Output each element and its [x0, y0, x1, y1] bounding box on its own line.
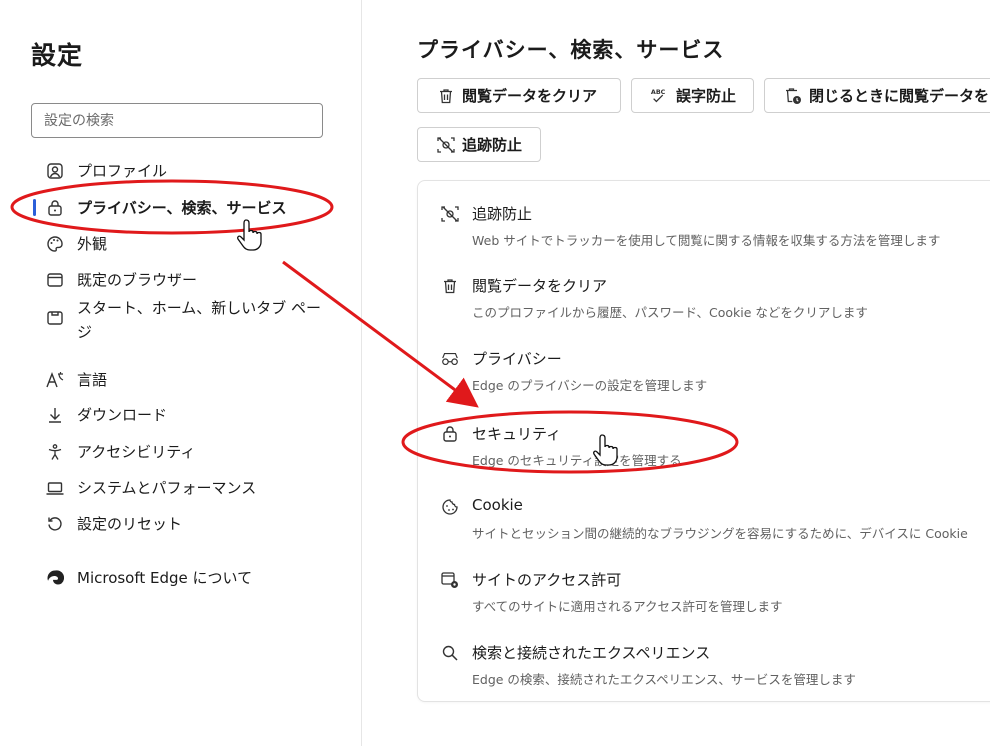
lock-icon — [440, 424, 460, 444]
row-title: プライバシー — [472, 350, 562, 368]
sidebar-item-label: プライバシー、検索、サービス — [77, 199, 287, 217]
download-icon — [45, 405, 65, 425]
sidebar-item-about-edge[interactable]: Microsoft Edge について — [32, 567, 352, 588]
row-title: Cookie — [472, 496, 523, 514]
sidebar-item-downloads[interactable]: ダウンロード — [32, 404, 352, 425]
site-permissions-icon — [440, 570, 460, 590]
tracking-prevention-icon — [440, 204, 460, 224]
laptop-icon — [45, 478, 65, 498]
sidebar-item-label: Microsoft Edge について — [77, 569, 253, 587]
reset-icon — [45, 514, 65, 534]
sidebar-item-profile[interactable]: プロファイル — [32, 160, 352, 181]
row-description: Edge の検索、接続されたエクスペリエンス、サービスを管理します — [472, 672, 856, 687]
clear-on-close-chip[interactable]: 閉じるときに閲覧データを — [764, 78, 990, 113]
privacy-settings-card: 追跡防止 Web サイトでトラッカーを使用して閲覧に関する情報を収集する方法を管… — [417, 180, 990, 702]
tracking-prevention-chip[interactable]: 追跡防止 — [417, 127, 541, 162]
sidebar-item-label: 既定のブラウザー — [77, 271, 198, 289]
cookie-icon — [440, 497, 460, 517]
row-description: このプロファイルから履歴、パスワード、Cookie などをクリアします — [472, 305, 868, 320]
sidebar-item-label: 外観 — [77, 235, 108, 253]
row-title: 追跡防止 — [472, 205, 533, 223]
settings-sidebar: 設定 プロファイル プライバシー、検索、サービス 外観 既定のブラウザー スター… — [0, 0, 362, 746]
sidebar-item-system-performance[interactable]: システムとパフォーマンス — [32, 477, 352, 498]
row-description: Web サイトでトラッカーを使用して閲覧に関する情報を収集する方法を管理します — [472, 233, 941, 248]
trash-icon — [436, 86, 456, 106]
row-title: サイトのアクセス許可 — [472, 571, 622, 589]
trash-icon — [440, 276, 460, 296]
settings-search-input[interactable] — [31, 103, 323, 138]
clear-browsing-data-chip[interactable]: 閲覧データをクリア — [417, 78, 621, 113]
sidebar-item-default-browser[interactable]: 既定のブラウザー — [32, 269, 352, 290]
page-title: プライバシー、検索、サービス — [417, 38, 725, 62]
typo-protection-chip[interactable]: ABC 誤字防止 — [631, 78, 754, 113]
browser-window-icon — [45, 270, 65, 290]
sidebar-item-label: プロファイル — [77, 162, 168, 180]
profile-icon — [45, 161, 65, 181]
row-description: すべてのサイトに適用されるアクセス許可を管理します — [472, 599, 783, 614]
row-description: Edge のプライバシーの設定を管理します — [472, 378, 708, 393]
sidebar-item-appearance[interactable]: 外観 — [32, 233, 352, 254]
svg-text:ABC: ABC — [651, 89, 666, 96]
tracking-prevention-icon — [436, 135, 456, 155]
row-description: Edge のセキュリティ設定を管理する — [472, 453, 682, 468]
chip-label: 閉じるときに閲覧データを — [809, 87, 990, 105]
edge-logo-icon — [45, 568, 65, 588]
lock-icon — [45, 198, 65, 218]
sidebar-item-privacy[interactable]: プライバシー、検索、サービス — [32, 197, 352, 218]
sidebar-item-languages[interactable]: 言語 — [32, 369, 352, 390]
home-tab-icon — [45, 308, 65, 328]
search-icon — [440, 643, 460, 663]
privacy-glasses-icon — [440, 349, 460, 369]
sidebar-item-label: 言語 — [77, 371, 108, 389]
settings-title: 設定 — [31, 41, 84, 70]
sidebar-item-label: システムとパフォーマンス — [77, 479, 257, 497]
spellcheck-icon: ABC — [650, 86, 670, 106]
chip-label: 追跡防止 — [462, 136, 523, 154]
row-title: 検索と接続されたエクスペリエンス — [472, 644, 711, 662]
language-icon — [45, 370, 65, 390]
sidebar-item-label: アクセシビリティ — [77, 443, 196, 461]
trash-clock-icon — [783, 86, 803, 106]
sidebar-item-accessibility[interactable]: アクセシビリティ — [32, 441, 352, 462]
sidebar-item-label: ダウンロード — [77, 406, 168, 424]
chip-label: 閲覧データをクリア — [462, 87, 598, 105]
row-description: サイトとセッション間の継続的なブラウジングを容易にするために、デバイスに Coo… — [472, 526, 968, 541]
palette-icon — [45, 234, 65, 254]
accessibility-icon — [45, 442, 65, 462]
chip-label: 誤字防止 — [676, 87, 737, 105]
sidebar-item-label: スタート、ホーム、新しいタブ ページ — [77, 299, 322, 341]
row-title: セキュリティ — [472, 425, 562, 443]
row-title: 閲覧データをクリア — [472, 277, 608, 295]
sidebar-item-label: 設定のリセット — [77, 515, 183, 533]
sidebar-item-reset-settings[interactable]: 設定のリセット — [32, 513, 352, 534]
sidebar-item-start-home-newtab[interactable]: スタート、ホーム、新しいタブ ページ — [32, 296, 352, 344]
